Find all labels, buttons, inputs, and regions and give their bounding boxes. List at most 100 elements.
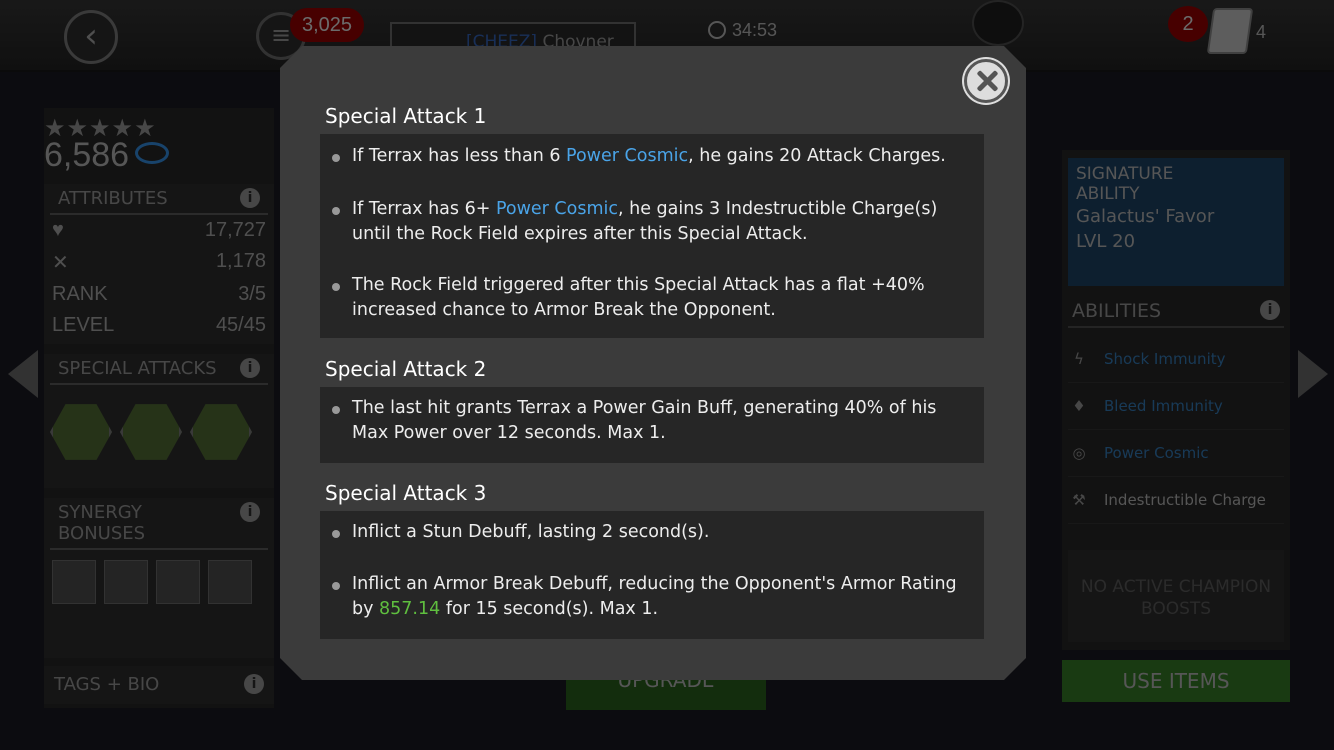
special-attacks-modal: Special Attack 1 If Terrax has less than… (280, 46, 1026, 680)
attack-value: 1,178 (215, 250, 266, 272)
synergy-icon[interactable] (208, 560, 252, 604)
special-attack-1-icon[interactable] (50, 404, 112, 460)
timer-text: 34:53 (732, 20, 778, 40)
special-attacks-box: SPECIAL ATTACKS i (44, 354, 274, 488)
text: , he gains 20 Attack Charges. (688, 146, 946, 166)
ability-item[interactable]: ◎ Power Cosmic (1068, 430, 1284, 477)
sa3-bullet-2: Inflict an Armor Break Debuff, reducing … (352, 572, 978, 621)
rank-row: RANK 3/5 (44, 279, 274, 310)
special-attack-3-box: Inflict a Stun Debuff, lasting 2 second(… (320, 511, 984, 639)
ability-item[interactable]: ⚒ Indestructible Charge (1068, 477, 1284, 524)
signature-name: Galactus' Favor (1076, 206, 1215, 227)
health-icon: ♥ (52, 219, 64, 241)
power-cosmic-keyword: Power Cosmic (566, 146, 689, 166)
special-attacks-label: SPECIAL ATTACKS (58, 358, 217, 379)
synergy-label: SYNERGY BONUSES (58, 502, 145, 544)
synergy-label-line1: SYNERGY (58, 502, 142, 523)
special-attack-3-icon[interactable] (190, 404, 252, 460)
text: If Terrax has less than 6 (352, 146, 567, 166)
cosmic-class-icon (135, 142, 170, 164)
attack-row: ✕ 1,178 (44, 246, 274, 279)
ability-label: Bleed Immunity (1104, 397, 1223, 415)
info-icon[interactable]: i (1260, 300, 1280, 320)
special-attack-2-title: Special Attack 2 (325, 357, 487, 381)
crystal-count: 4 (1256, 22, 1267, 42)
champion-boosts-box: NO ACTIVE CHAMPION BOOSTS (1068, 550, 1284, 642)
cosmic-ring-icon: ◎ (1072, 444, 1086, 462)
signature-title: SIGNATURE ABILITY (1076, 164, 1276, 204)
empty-slot[interactable] (972, 0, 1024, 46)
ability-label: Indestructible Charge (1104, 491, 1266, 509)
rank-label: RANK (52, 283, 108, 305)
level-value: 45/45 (215, 314, 266, 336)
rank-value: 3/5 (238, 283, 266, 305)
bullet-dot (332, 406, 340, 414)
special-attack-2-icon[interactable] (120, 404, 182, 460)
level-label: LEVEL (52, 314, 115, 336)
lightning-icon: ϟ (1074, 350, 1084, 368)
attributes-box: ATTRIBUTES i ♥ 17,727 ✕ 1,178 RANK 3/5 LEVEL… (44, 184, 274, 344)
text: for 15 second(s). Max 1. (440, 598, 659, 619)
sa3-bullet-1: Inflict a Stun Debuff, lasting 2 second(… (352, 522, 710, 542)
health-value: 17,727 (204, 219, 266, 241)
special-attack-1-title: Special Attack 1 (325, 104, 487, 128)
ability-item[interactable]: ♦ Bleed Immunity (1068, 383, 1284, 430)
info-icon[interactable]: i (240, 502, 260, 522)
modal-content: Special Attack 1 If Terrax has less than… (280, 46, 1026, 680)
blood-drop-icon: ♦ (1072, 397, 1086, 415)
abilities-list: ϟ Shock Immunity ♦ Bleed Immunity ◎ Power C… (1068, 336, 1284, 524)
rating-value: 6,586 (44, 136, 130, 174)
back-button[interactable]: ‹ (64, 10, 118, 64)
bullet-dot (332, 154, 340, 162)
stopwatch-icon (708, 21, 726, 39)
abilities-panel: SIGNATURE ABILITY Galactus' Favor LVL 20 … (1062, 150, 1290, 650)
hammer-icon: ⚒ (1072, 491, 1086, 509)
synergy-label-line2: BONUSES (58, 523, 146, 544)
info-icon[interactable]: i (244, 674, 264, 694)
power-cosmic-keyword: Power Cosmic (495, 199, 619, 219)
gold-count-badge: 3,025 (290, 8, 364, 42)
sa1-bullet-2: If Terrax has 6+ Power Cosmic, he gains … (352, 197, 978, 246)
special-attack-2-box: The last hit grants Terrax a Power Gain … (320, 387, 984, 463)
special-attacks-header: SPECIAL ATTACKS i (50, 354, 268, 385)
prev-champion-arrow[interactable] (8, 350, 38, 398)
swords-icon: ✕ (52, 252, 69, 274)
attributes-header: ATTRIBUTES i (50, 184, 268, 215)
bullet-dot (332, 283, 340, 291)
synergy-header: SYNERGY BONUSES i (50, 498, 268, 550)
ability-item[interactable]: ϟ Shock Immunity (1068, 336, 1284, 383)
crystal-icon[interactable] (1206, 8, 1254, 54)
special-attack-icons (44, 385, 274, 479)
bullet-dot (332, 207, 340, 215)
text: If Terrax has 6+ (352, 199, 496, 219)
info-icon[interactable]: i (240, 188, 260, 208)
sa1-bullet-1: If Terrax has less than 6 Power Cosmic, … (352, 144, 978, 169)
special-attack-3-title: Special Attack 3 (325, 481, 487, 505)
level-row: LEVEL 45/45 (44, 310, 274, 341)
signature-title-line1: SIGNATURE (1076, 164, 1174, 184)
synergy-icon[interactable] (104, 560, 148, 604)
next-champion-arrow[interactable] (1298, 350, 1328, 398)
champion-stats-panel: ★★★★★ 6,586 ATTRIBUTES i ♥ 17,727 ✕ 1,178 R… (44, 108, 274, 708)
info-icon[interactable]: i (240, 358, 260, 378)
synergy-icon[interactable] (156, 560, 200, 604)
notification-badge[interactable]: 2 (1168, 6, 1208, 42)
abilities-label: ABILITIES (1072, 300, 1162, 322)
use-items-button[interactable]: USE ITEMS (1062, 660, 1290, 702)
ability-label: Power Cosmic (1104, 444, 1209, 462)
signature-ability-box[interactable]: SIGNATURE ABILITY Galactus' Favor LVL 20 (1068, 158, 1284, 286)
tags-bio-bar[interactable]: TAGS + BIO i (44, 666, 274, 704)
bullet-dot (332, 582, 340, 590)
abilities-header: ABILITIES i (1068, 296, 1284, 328)
close-icon[interactable] (964, 59, 1008, 103)
health-row: ♥ 17,727 (44, 215, 274, 246)
prestige-rating: 6,586 (44, 136, 170, 175)
armor-value: 857.14 (379, 598, 441, 619)
synergy-icons (44, 550, 274, 614)
sa1-bullet-3: The Rock Field triggered after this Spec… (352, 275, 925, 320)
signature-level: LVL 20 (1076, 231, 1136, 252)
boosts-line2: BOOSTS (1140, 599, 1212, 619)
synergy-icon[interactable] (52, 560, 96, 604)
timer: 34:53 (708, 20, 790, 46)
ability-label: Shock Immunity (1104, 350, 1226, 368)
